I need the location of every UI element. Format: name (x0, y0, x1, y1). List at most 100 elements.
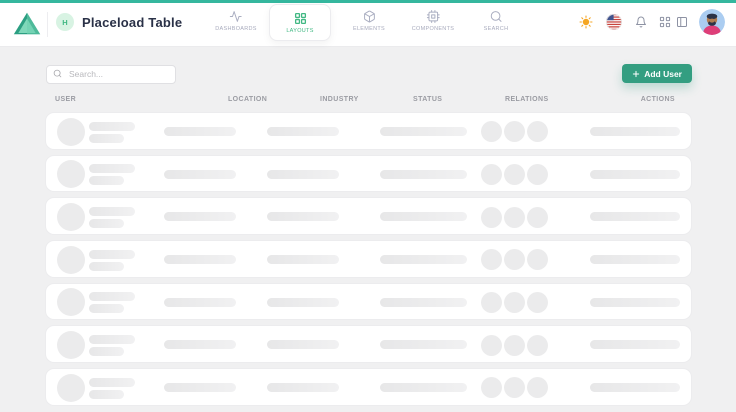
table-row-skeleton (45, 283, 692, 321)
avatar-placeholder (57, 288, 85, 316)
nav-label-elements: ELEMENTS (353, 26, 385, 32)
us-flag-icon (606, 14, 622, 30)
status-placeholder (380, 340, 467, 349)
table-row-skeleton (45, 325, 692, 363)
location-placeholder (164, 170, 236, 179)
avatar-placeholder (57, 203, 85, 231)
app-logo[interactable] (13, 11, 41, 36)
relation-placeholder (527, 207, 548, 228)
industry-placeholder (267, 170, 339, 179)
nav-label-layouts: LAYOUTS (286, 28, 313, 34)
status-placeholder (380, 170, 467, 179)
location-placeholder (164, 298, 236, 307)
table-row-skeleton (45, 240, 692, 278)
subtitle-placeholder (89, 347, 124, 356)
username-placeholder (89, 378, 135, 387)
relation-placeholder (527, 292, 548, 313)
nav-item-components[interactable]: COMPONENTS (412, 10, 454, 32)
search-input[interactable] (46, 65, 176, 84)
username-placeholder (89, 122, 135, 131)
actions-placeholder (590, 383, 680, 392)
industry-placeholder (267, 298, 339, 307)
status-placeholder (380, 212, 467, 221)
location-placeholder (164, 383, 236, 392)
column-header-location: LOCATION (228, 96, 267, 103)
relation-placeholder (504, 121, 525, 142)
table-row-skeleton (45, 155, 692, 193)
grid-menu-icon (660, 17, 671, 28)
avatar-illustration (699, 9, 725, 35)
avatar-placeholder (57, 374, 85, 402)
user-avatar[interactable] (699, 9, 725, 35)
relation-placeholder (527, 377, 548, 398)
search-box (46, 64, 176, 83)
relation-placeholder (481, 335, 502, 356)
sidebar-toggle-button[interactable] (676, 16, 688, 28)
avatar-placeholder (57, 160, 85, 188)
page-title: Placeload Table (82, 15, 182, 30)
relation-placeholder (527, 335, 548, 356)
relation-placeholder (481, 249, 502, 270)
location-placeholder (164, 127, 236, 136)
column-header-user: USER (55, 96, 76, 103)
relation-placeholder (504, 249, 525, 270)
avatar-placeholder (57, 246, 85, 274)
relation-placeholder (481, 164, 502, 185)
actions-placeholder (590, 255, 680, 264)
relation-placeholder (504, 377, 525, 398)
nav-item-layouts[interactable]: LAYOUTS (269, 4, 331, 41)
relation-placeholder (481, 292, 502, 313)
actions-placeholder (590, 127, 680, 136)
relation-placeholder (527, 121, 548, 142)
notifications-button[interactable] (635, 16, 647, 28)
subtitle-placeholder (89, 304, 124, 313)
table-body (45, 112, 692, 406)
relation-placeholder (481, 377, 502, 398)
nav-item-elements[interactable]: ELEMENTS (353, 10, 385, 32)
column-header-relations: RELATIONS (505, 96, 549, 103)
logo-triangle-icon (13, 11, 41, 36)
location-placeholder (164, 212, 236, 221)
avatar-placeholder (57, 118, 85, 146)
plus-icon (632, 70, 640, 78)
theme-toggle-button[interactable] (580, 16, 593, 29)
location-placeholder (164, 340, 236, 349)
cpu-icon (426, 10, 439, 23)
add-user-label: Add User (644, 69, 682, 79)
industry-placeholder (267, 212, 339, 221)
subtitle-placeholder (89, 176, 124, 185)
username-placeholder (89, 250, 135, 259)
relation-placeholder (527, 164, 548, 185)
actions-placeholder (590, 212, 680, 221)
username-placeholder (89, 335, 135, 344)
nav-item-dashboards[interactable]: DASHBOARDS (215, 10, 257, 32)
nav-label-components: COMPONENTS (412, 26, 454, 32)
relation-placeholder (527, 249, 548, 270)
actions-placeholder (590, 340, 680, 349)
username-placeholder (89, 292, 135, 301)
industry-placeholder (267, 255, 339, 264)
table-row-skeleton (45, 112, 692, 150)
column-header-actions: ACTIONS (641, 96, 675, 103)
apps-menu-button[interactable] (660, 17, 671, 28)
nav-label-dashboards: DASHBOARDS (215, 26, 257, 32)
language-button[interactable] (606, 14, 622, 30)
relation-placeholder (504, 292, 525, 313)
add-user-button[interactable]: Add User (622, 64, 692, 83)
status-placeholder (380, 383, 467, 392)
box-icon (362, 10, 375, 23)
status-placeholder (380, 127, 467, 136)
header-divider (47, 12, 48, 37)
location-placeholder (164, 255, 236, 264)
bell-icon (635, 16, 647, 28)
nav-label-search: SEARCH (484, 26, 509, 32)
page-badge: H (56, 13, 74, 31)
column-header-industry: INDUSTRY (320, 96, 359, 103)
status-placeholder (380, 298, 467, 307)
avatar-placeholder (57, 331, 85, 359)
column-header-status: STATUS (413, 96, 442, 103)
actions-placeholder (590, 298, 680, 307)
nav-item-search[interactable]: SEARCH (484, 10, 509, 32)
subtitle-placeholder (89, 262, 124, 271)
industry-placeholder (267, 340, 339, 349)
